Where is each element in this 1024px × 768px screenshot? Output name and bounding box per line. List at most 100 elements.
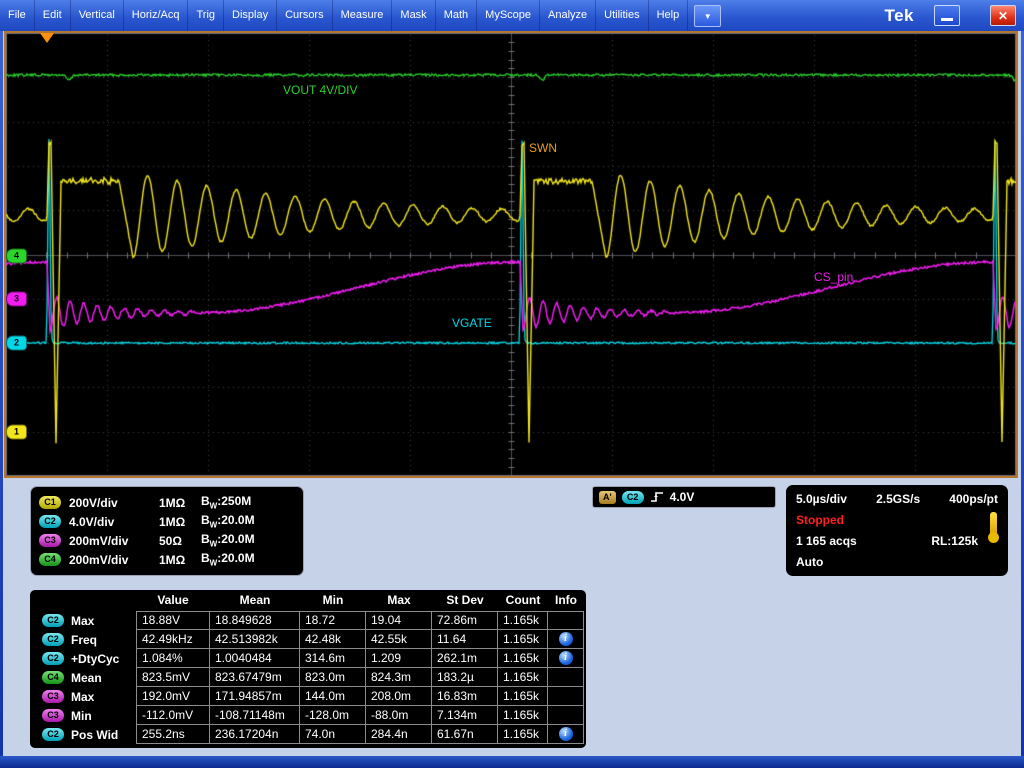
measurement-row: C2Freq42.49kHz42.513982k42.48k42.55k11.6… (30, 630, 586, 649)
trigger-readout[interactable]: A' C2 4.0V (592, 486, 776, 508)
channel-badge-c2[interactable]: C2 (42, 633, 64, 646)
trace-label-swn: SWN (529, 141, 557, 155)
acquisition-count-row: 1 165 acqs RL:125k (796, 531, 978, 552)
measurement-name-cell: C4Mean (30, 668, 136, 687)
info-icon[interactable]: i (559, 727, 573, 741)
acquisition-panel[interactable]: 5.0µs/div 2.5GS/s 400ps/pt Stopped 1 165… (786, 485, 1008, 576)
channel-badge-c2[interactable]: C2 (42, 728, 64, 741)
meas-value: 823.5mV (136, 668, 210, 687)
meas-value: 1.084% (136, 649, 210, 668)
channel-badge-c2[interactable]: C2 (42, 652, 64, 665)
menu-display[interactable]: Display (224, 0, 277, 31)
bandwidth-readout: BW:20.0M (201, 513, 255, 529)
acquisition-status: Stopped (796, 513, 844, 527)
channel-badge-c2[interactable]: C2 (39, 515, 61, 528)
input-impedance: 1MΩ (159, 515, 201, 529)
vertical-row-c3: C3200mV/div50ΩBW:20.0M (39, 531, 295, 550)
meas-stdev: 183.2µ (432, 668, 498, 687)
measurement-header-st-dev: St Dev (432, 590, 498, 611)
meas-stdev: 16.83m (432, 687, 498, 706)
menu-trig[interactable]: Trig (188, 0, 224, 31)
menu-vertical[interactable]: Vertical (71, 0, 124, 31)
bandwidth-value: :250M (217, 494, 251, 508)
vertical-scale: 200V/div (69, 496, 159, 510)
rising-edge-icon (650, 490, 664, 504)
meas-info-cell (548, 611, 584, 630)
meas-min: 42.48k (300, 630, 366, 649)
menu-edit[interactable]: Edit (35, 0, 71, 31)
bandwidth-value: :20.0M (217, 551, 254, 565)
meas-info-cell (548, 706, 584, 725)
waveform-display[interactable]: VOUT 4V/DIV SWN CS_pin VGATE 4 3 2 1 (4, 31, 1018, 478)
channel-badge-c4[interactable]: C4 (42, 671, 64, 684)
meas-value: 42.49kHz (136, 630, 210, 649)
measurement-row: C2+DtyCyc1.084%1.0040484314.6m1.209262.1… (30, 649, 586, 668)
trace-label-vgate: VGATE (452, 316, 492, 330)
menu-overflow-button[interactable]: ▼ (694, 5, 721, 27)
vertical-settings-panel[interactable]: C1200V/div1MΩBW:250MC24.0V/div1MΩBW:20.0… (30, 486, 304, 576)
measurement-header-value: Value (136, 590, 210, 611)
meas-min: 314.6m (300, 649, 366, 668)
menu-math[interactable]: Math (436, 0, 477, 31)
trace-label-cs-pin: CS_pin (814, 270, 853, 284)
menu-measure[interactable]: Measure (333, 0, 393, 31)
measurement-row: C2Pos Wid255.2ns236.17204n74.0n284.4n61.… (30, 725, 586, 744)
meas-max: 824.3m (366, 668, 432, 687)
window-border-bottom (0, 756, 1024, 768)
meas-count: 1.165k (498, 687, 548, 706)
meas-min: 74.0n (300, 725, 366, 744)
menu-bar: FileEditVerticalHoriz/AcqTrigDisplayCurs… (0, 0, 1024, 31)
meas-min: 18.72 (300, 611, 366, 630)
measurement-row: C3Max192.0mV171.94857m144.0m208.0m16.83m… (30, 687, 586, 706)
channel-1-marker[interactable]: 1 (6, 425, 27, 440)
meas-max: 19.04 (366, 611, 432, 630)
meas-count: 1.165k (498, 706, 548, 725)
meas-count: 1.165k (498, 725, 548, 744)
channel-badge-c3[interactable]: C3 (39, 534, 61, 547)
measurement-table[interactable]: ValueMeanMinMaxSt DevCountInfo C2Max18.8… (30, 590, 586, 748)
meas-info-cell: i (548, 649, 584, 668)
trace-label-vout-4v-div: VOUT 4V/DIV (283, 83, 357, 97)
info-icon[interactable]: i (559, 651, 573, 665)
menu-mask[interactable]: Mask (392, 0, 435, 31)
minimize-icon (941, 18, 953, 21)
minimize-button[interactable] (934, 5, 960, 26)
info-icon[interactable]: i (559, 632, 573, 646)
close-button[interactable]: ✕ (990, 5, 1016, 26)
measurement-name: Pos Wid (71, 728, 118, 742)
vertical-scale: 200mV/div (69, 534, 159, 548)
meas-mean: 1.0040484 (210, 649, 300, 668)
measurement-rows: C2Max18.88V18.84962818.7219.0472.86m1.16… (30, 611, 586, 744)
trigger-position-marker[interactable] (40, 33, 54, 43)
thermometer-icon (990, 512, 997, 536)
menu-utilities[interactable]: Utilities (596, 0, 648, 31)
bandwidth-readout: BW:20.0M (201, 532, 255, 548)
channel-3-marker[interactable]: 3 (6, 292, 27, 307)
menu-horiz-acq[interactable]: Horiz/Acq (124, 0, 189, 31)
trigger-mode: Auto (796, 555, 823, 569)
channel-badge-c2[interactable]: C2 (42, 614, 64, 627)
acquisition-count: 1 165 acqs (796, 531, 857, 552)
meas-count: 1.165k (498, 630, 548, 649)
channel-badge-c3[interactable]: C3 (42, 709, 64, 722)
channel-badge-c1[interactable]: C1 (39, 496, 61, 509)
channel-4-marker[interactable]: 4 (6, 249, 27, 264)
meas-stdev: 262.1m (432, 649, 498, 668)
meas-stdev: 72.86m (432, 611, 498, 630)
channel-2-marker[interactable]: 2 (6, 336, 27, 351)
bandwidth-readout: BW:20.0M (201, 551, 255, 567)
meas-max: 42.55k (366, 630, 432, 649)
measurement-header-info: Info (548, 590, 584, 611)
menu-myscope[interactable]: MyScope (477, 0, 540, 31)
meas-value: -112.0mV (136, 706, 210, 725)
menu-file[interactable]: File (0, 0, 35, 31)
meas-value: 192.0mV (136, 687, 210, 706)
menu-help[interactable]: Help (649, 0, 689, 31)
channel-badge-c3[interactable]: C3 (42, 690, 64, 703)
menu-analyze[interactable]: Analyze (540, 0, 596, 31)
chevron-down-icon: ▼ (704, 12, 712, 21)
channel-badge-c4[interactable]: C4 (39, 553, 61, 566)
input-impedance: 1MΩ (159, 553, 201, 567)
menu-cursors[interactable]: Cursors (277, 0, 333, 31)
vertical-scale: 200mV/div (69, 553, 159, 567)
